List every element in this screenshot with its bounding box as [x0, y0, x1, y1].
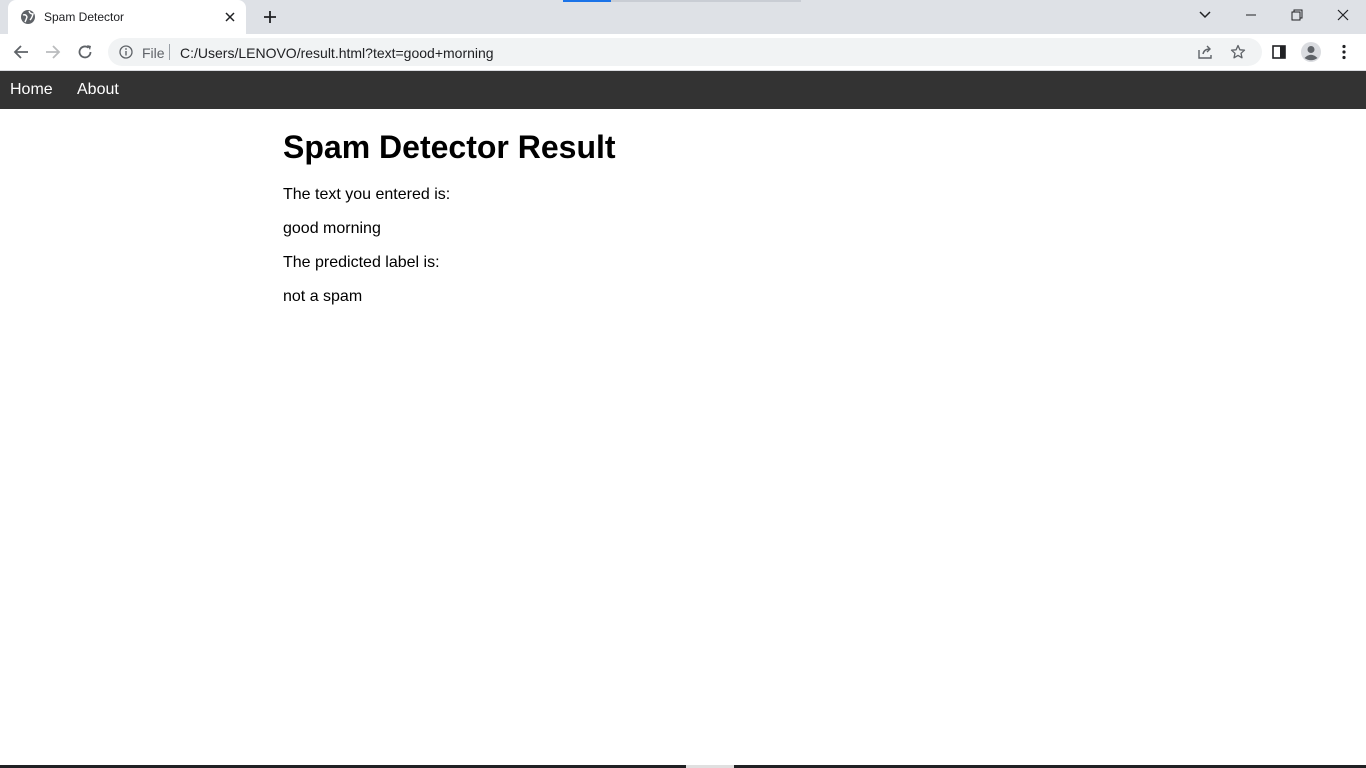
tab-search-button[interactable] — [1182, 0, 1228, 30]
browser-toolbar: File C:/Users/LENOVO/result.html?text=go… — [0, 34, 1366, 71]
minimize-button[interactable] — [1228, 0, 1274, 30]
entered-text-label: The text you entered is: — [283, 186, 451, 203]
restore-icon — [1291, 9, 1303, 21]
entered-text-value: good morning — [283, 220, 381, 237]
side-panel-button[interactable] — [1264, 37, 1294, 67]
close-tab-icon[interactable] — [220, 7, 240, 27]
close-window-button[interactable] — [1320, 0, 1366, 30]
tab-strip: Spam Detector — [0, 0, 1366, 34]
predicted-label-value: not a spam — [283, 288, 363, 305]
back-button[interactable] — [6, 37, 36, 67]
forward-button[interactable] — [38, 37, 68, 67]
address-bar[interactable]: File C:/Users/LENOVO/result.html?text=go… — [108, 38, 1262, 66]
tab-title: Spam Detector — [44, 10, 125, 24]
tab-indicator — [563, 0, 611, 2]
nav-home-link[interactable]: Home — [10, 71, 53, 109]
globe-icon — [20, 9, 36, 25]
info-icon[interactable] — [118, 44, 134, 60]
restore-button[interactable] — [1274, 0, 1320, 30]
plus-icon — [264, 11, 276, 23]
scheme-label: File — [142, 45, 165, 61]
arrow-right-icon — [46, 45, 61, 59]
new-tab-button[interactable] — [256, 3, 284, 31]
url-text[interactable]: C:/Users/LENOVO/result.html?text=good+mo… — [180, 45, 494, 61]
divider — [169, 44, 170, 60]
profile-button[interactable] — [1296, 37, 1326, 67]
avatar-icon — [1301, 42, 1321, 62]
chevron-down-icon — [1199, 11, 1211, 19]
share-icon[interactable] — [1196, 43, 1216, 61]
side-panel-icon — [1272, 45, 1286, 59]
predicted-label-heading: The predicted label is: — [283, 254, 440, 271]
menu-button[interactable] — [1329, 37, 1359, 67]
bookmark-star-icon[interactable] — [1228, 43, 1248, 61]
nav-about-link[interactable]: About — [77, 71, 119, 109]
site-navbar: Home About — [0, 71, 1366, 109]
close-icon — [1337, 9, 1349, 21]
page-title: Spam Detector Result — [283, 129, 616, 165]
minimize-icon — [1246, 14, 1256, 16]
tab-indicator-track — [611, 0, 801, 2]
browser-tab[interactable]: Spam Detector — [8, 0, 246, 34]
kebab-menu-icon — [1342, 44, 1346, 60]
reload-icon — [78, 45, 92, 59]
reload-button[interactable] — [70, 37, 100, 67]
arrow-left-icon — [13, 45, 28, 59]
